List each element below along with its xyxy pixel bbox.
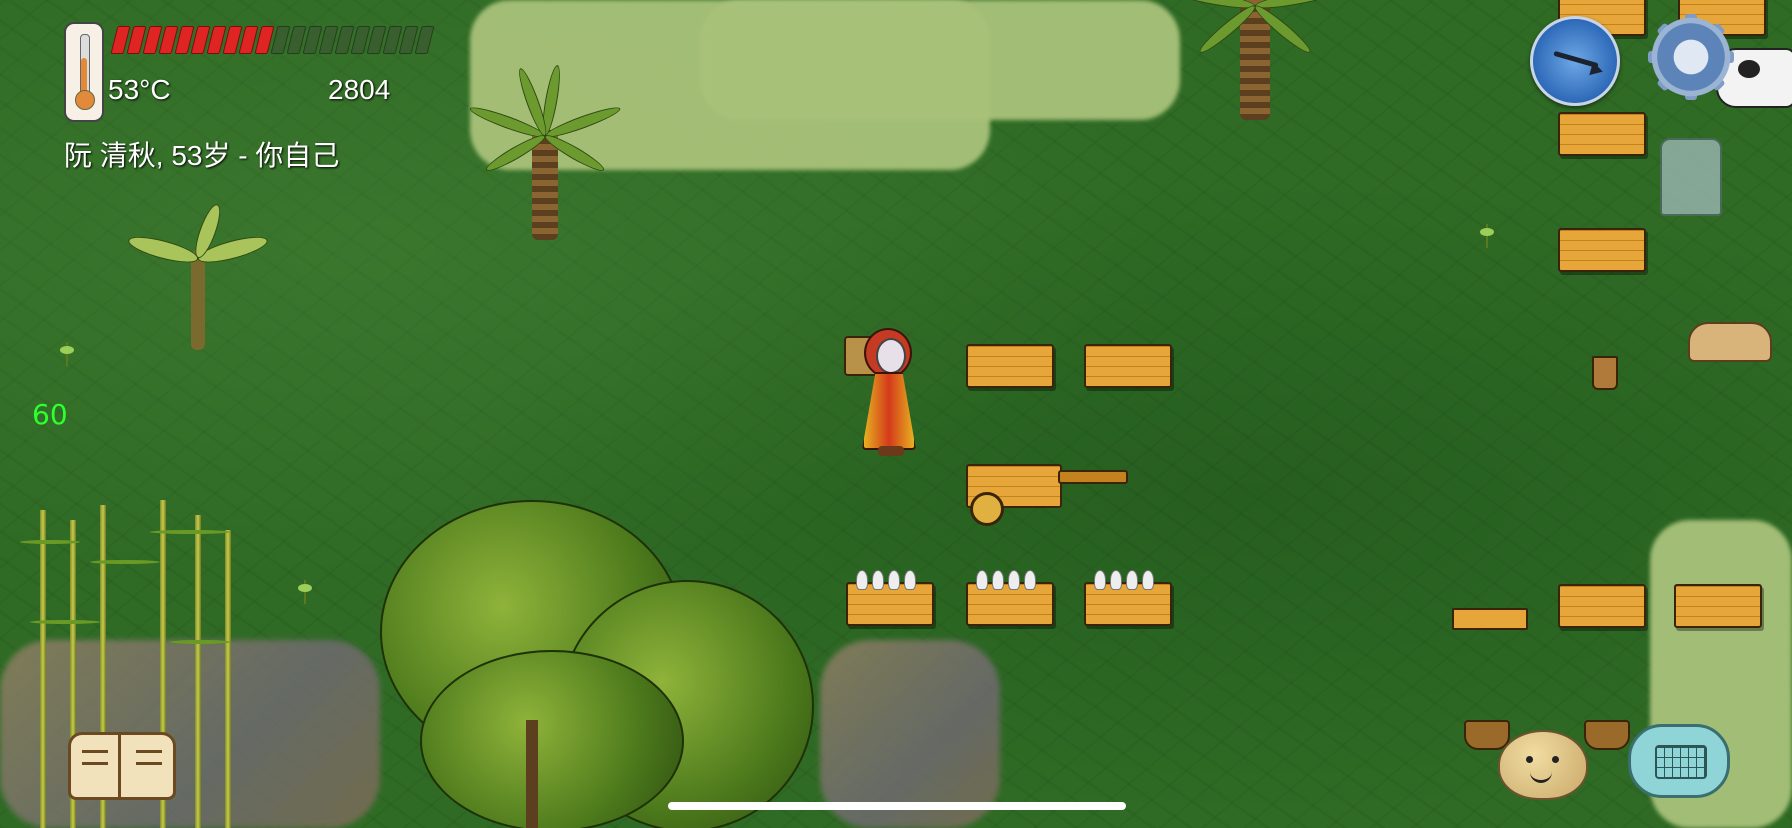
berry-sprout[interactable]	[58, 338, 76, 366]
game-world[interactable]	[0, 0, 1792, 828]
dirt-patch	[820, 640, 1000, 828]
pale-grass-patch	[700, 0, 1180, 120]
cutting-board[interactable]	[1452, 608, 1528, 630]
clothing-icon[interactable]	[1660, 138, 1722, 216]
home-indicator[interactable]	[668, 802, 1126, 810]
bamboo-leaf	[90, 560, 160, 564]
character-feet	[878, 446, 904, 456]
food-bar	[110, 26, 435, 54]
character-dress	[862, 372, 916, 450]
basket[interactable]	[1464, 720, 1510, 750]
crate-with-garlic[interactable]	[846, 570, 934, 626]
berry-sprout[interactable]	[296, 576, 314, 604]
palm-tree	[467, 60, 623, 240]
player-name-age: 阮 清秋, 53岁 - 你自己	[64, 140, 340, 171]
dirt-patch	[0, 640, 380, 828]
crate-with-basket[interactable]	[1558, 112, 1646, 156]
character-face	[876, 338, 906, 374]
wooden-bucket[interactable]	[1592, 356, 1618, 390]
face-icon[interactable]	[1498, 730, 1588, 800]
fps-counter: 60	[32, 398, 68, 431]
banana-tree	[126, 201, 270, 350]
keyboard-icon[interactable]	[1628, 724, 1730, 798]
crate-with-buckets[interactable]	[1674, 584, 1762, 628]
basket[interactable]	[1584, 720, 1630, 750]
bamboo-stalk	[225, 530, 231, 828]
crate-with-sacks[interactable]	[1558, 584, 1646, 628]
bamboo-stalk	[195, 515, 201, 828]
crate-with-garlic[interactable]	[1084, 570, 1172, 626]
book-icon[interactable]	[68, 726, 176, 800]
compass-icon[interactable]	[1530, 16, 1620, 106]
plant-sprout[interactable]	[1478, 220, 1496, 248]
thermometer-icon	[64, 22, 104, 122]
hand-cart[interactable]	[966, 460, 1128, 526]
crate-with-garlic[interactable]	[966, 570, 1054, 626]
bamboo-leaf	[150, 530, 230, 534]
tree-stump[interactable]	[1688, 322, 1772, 362]
crate-with-baskets[interactable]	[1558, 228, 1646, 272]
wooden-crate[interactable]	[1084, 344, 1172, 388]
temperature-readout: 53°C	[108, 74, 171, 105]
bamboo-leaf	[30, 620, 100, 624]
tree-trunk	[526, 720, 538, 828]
wooden-crate[interactable]	[966, 344, 1054, 388]
player-character[interactable]	[844, 322, 930, 472]
bamboo-stalk	[40, 510, 46, 828]
palm-tree	[1173, 0, 1337, 120]
bamboo-leaf	[20, 540, 80, 544]
leafy-tree	[420, 650, 684, 828]
gear-icon[interactable]	[1648, 14, 1734, 100]
yum-score: 2804	[328, 74, 391, 105]
bamboo-leaf	[170, 640, 230, 644]
cow-spot	[1738, 60, 1760, 78]
